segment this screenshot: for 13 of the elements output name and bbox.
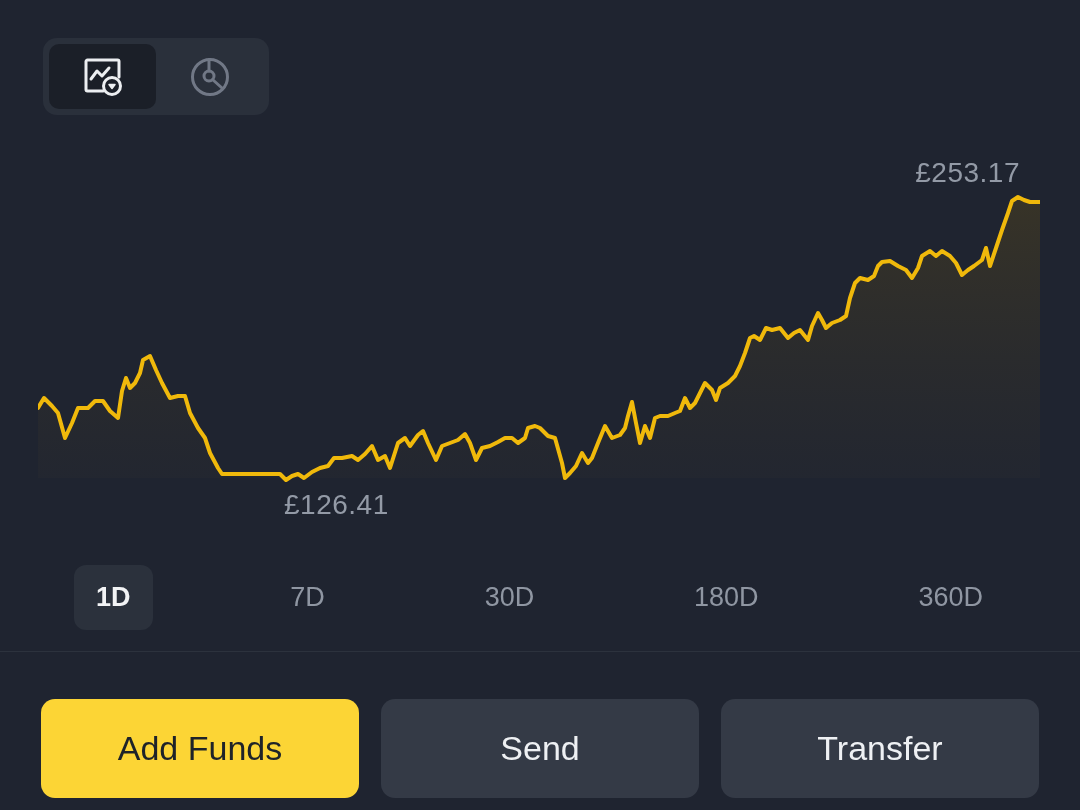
dial-icon xyxy=(189,56,230,97)
action-button[interactable]: Send xyxy=(381,699,699,798)
low-price-label: £126.41 xyxy=(284,488,389,522)
period-tab[interactable]: 1D xyxy=(74,565,153,630)
period-tab[interactable]: 180D xyxy=(672,565,781,630)
primary-action-button[interactable]: Add Funds xyxy=(41,699,359,798)
period-tab[interactable]: 30D xyxy=(462,565,557,630)
period-tab[interactable]: 7D xyxy=(268,565,347,630)
line-chart-icon xyxy=(82,56,123,97)
high-price-label: £253.17 xyxy=(915,156,1020,190)
view-tab[interactable] xyxy=(49,44,156,109)
action-button[interactable]: Transfer xyxy=(721,699,1039,798)
period-tab[interactable]: 360D xyxy=(896,565,1005,630)
